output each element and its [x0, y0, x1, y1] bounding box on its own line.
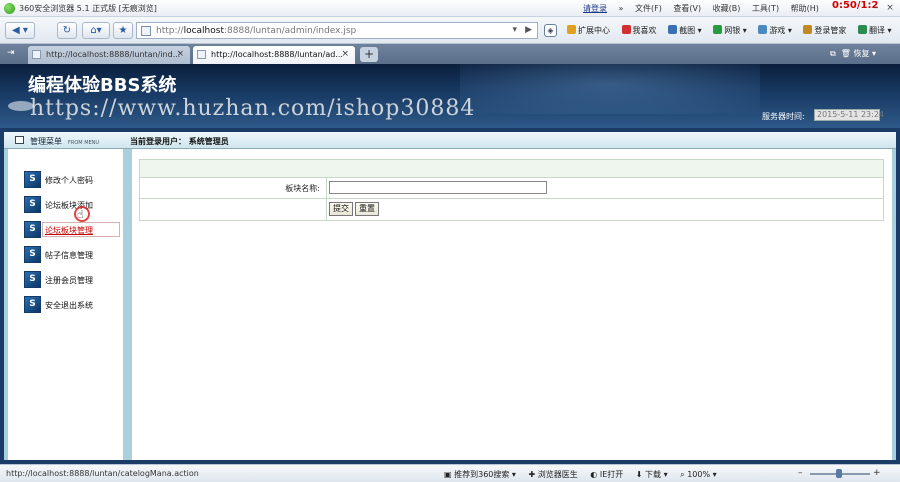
address-dropdown-icon[interactable]: ▾	[512, 25, 517, 35]
tab-index[interactable]: http://localhost:8888/luntan/ind... ×	[28, 46, 190, 64]
refresh-icon[interactable]: ↻	[57, 22, 77, 39]
mouse-cursor-icon: ☝	[74, 206, 90, 224]
board-name-label: 板块名称:	[285, 184, 320, 193]
sidebar-panel: S 修改个人密码 S 论坛板块添加 S 论坛板块管理 S 帖子信息管理 S 注册…	[8, 149, 123, 460]
menu-favorites[interactable]: 收藏(B)	[713, 4, 741, 13]
tab-bar: ⇥ http://localhost:8888/luntan/ind... × …	[0, 44, 900, 64]
form-row-name: 板块名称:	[140, 178, 883, 199]
minimize-icon[interactable]: –	[870, 3, 882, 14]
zoom-slider-handle[interactable]	[836, 469, 842, 478]
admin-main: 当前登录用户： 系统管理员 板块名称: 提交 重置	[128, 132, 896, 460]
browser-menu: 请登录 » 文件(F) 查看(V) 收藏(B) 工具(T) 帮助(H)	[583, 3, 828, 14]
tab-favicon-icon	[32, 50, 41, 59]
status-download[interactable]: ⬇ 下载 ▾	[636, 470, 668, 479]
menu-file[interactable]: 文件(F)	[635, 4, 662, 13]
status-ie-open[interactable]: ◐ IE打开	[590, 470, 623, 479]
board-name-input[interactable]	[329, 181, 547, 194]
sidebar-toggle-icon[interactable]: ⇥	[7, 48, 18, 59]
sidebar-subtitle: FROM MENU	[68, 140, 100, 146]
server-time-value: 2015-5-11 23:24	[814, 109, 884, 121]
admin-menu-icon: S	[24, 171, 41, 188]
zoom-in-icon[interactable]: +	[873, 468, 881, 478]
window-title: 360安全浏览器 5.1 正式版 [无痕浏览]	[19, 4, 157, 13]
sidebar-item-logout[interactable]: S 安全退出系统	[24, 296, 116, 314]
menu-tools[interactable]: 工具(T)	[752, 4, 779, 13]
main-header: 当前登录用户： 系统管理员	[128, 132, 896, 149]
status-recommend[interactable]: ▣ 推荐到360搜索 ▾	[444, 470, 516, 479]
sidebar-item-label: 论坛板块管理	[45, 226, 93, 235]
tab-close-icon[interactable]: ×	[176, 46, 184, 63]
security-shield-icon[interactable]: ◈	[544, 24, 557, 37]
admin-frames: 管理菜单 FROM MENU S 修改个人密码 S 论坛板块添加 S 论坛板块管理…	[0, 128, 900, 464]
browser-toolbar: 扩展中心 我喜欢 截图 ▾ 网银 ▾ 游戏 ▾ 登录管家 翻译 ▾	[567, 25, 900, 36]
tab-close-icon[interactable]: ×	[341, 46, 349, 63]
submit-button[interactable]: 提交	[329, 202, 353, 216]
sidebar-item-manage-board[interactable]: S 论坛板块管理	[24, 221, 120, 239]
toolbar-screenshot[interactable]: 截图 ▾	[668, 25, 702, 35]
toolbar-extensions[interactable]: 扩展中心	[567, 25, 610, 35]
new-tab-button[interactable]: +	[360, 47, 378, 62]
toolbar-translate[interactable]: 翻译 ▾	[857, 25, 892, 35]
sidebar-header: 管理菜单 FROM MENU	[4, 132, 128, 149]
status-zoom[interactable]: ⌕ 100% ▾	[680, 470, 716, 479]
sidebar-item-add-board[interactable]: S 论坛板块添加	[24, 196, 116, 214]
sidebar-item-change-password[interactable]: S 修改个人密码	[24, 171, 116, 189]
zoom-out-icon[interactable]: –	[798, 468, 803, 478]
page-favicon-icon	[141, 26, 151, 36]
tab-admin[interactable]: http://localhost:8888/luntan/ad... ×	[193, 46, 355, 64]
status-items: ▣ 推荐到360搜索 ▾ ✚ 浏览器医生 ◐ IE打开 ⬇ 下载 ▾ ⌕ 100…	[444, 469, 727, 480]
back-icon[interactable]: ◀ ▾	[5, 22, 35, 39]
tab-label: http://localhost:8888/luntan/ind...	[46, 50, 181, 59]
server-time-label: 服务器时间:	[762, 112, 805, 121]
menu-login[interactable]: 请登录	[583, 4, 607, 13]
board-form: 板块名称: 提交 重置	[139, 159, 884, 221]
sidebar-item-label: 安全退出系统	[45, 301, 93, 310]
admin-menu-icon: S	[24, 196, 41, 213]
toolbar-ebank[interactable]: 网银 ▾	[713, 25, 747, 35]
reset-button[interactable]: 重置	[355, 202, 379, 216]
address-bar[interactable]: http://localhost:8888/luntan/admin/index…	[136, 22, 538, 39]
watermark-text: https://www.huzhan.com/ishop30884	[30, 96, 476, 121]
close-icon[interactable]: ×	[884, 3, 896, 14]
browser-title-bar: 360安全浏览器 5.1 正式版 [无痕浏览] 请登录 » 文件(F) 查看(V…	[0, 0, 900, 17]
tab-label: http://localhost:8888/luntan/ad...	[211, 50, 343, 59]
site-title: 编程体验BBS系统	[28, 75, 177, 96]
site-banner: 编程体验BBS系统 https://www.huzhan.com/ishop30…	[0, 64, 900, 128]
status-doctor[interactable]: ✚ 浏览器医生	[529, 470, 578, 479]
sidebar-item-manage-posts[interactable]: S 帖子信息管理	[24, 246, 116, 264]
admin-menu-icon: S	[24, 271, 41, 288]
go-icon[interactable]: ▶	[525, 25, 532, 35]
admin-menu-icon: S	[24, 296, 41, 313]
status-bar: http://localhost:8888/luntan/catelogMana…	[0, 464, 900, 482]
tabbar-right[interactable]: ⧉ 🗑 恢复 ▾	[830, 48, 876, 59]
sidebar-item-manage-members[interactable]: S 注册会员管理	[24, 271, 116, 289]
admin-sidebar: 管理菜单 FROM MENU S 修改个人密码 S 论坛板块添加 S 论坛板块管理…	[4, 132, 128, 460]
status-url: http://localhost:8888/luntan/catelogMana…	[6, 469, 199, 478]
main-panel: 板块名称: 提交 重置	[132, 149, 892, 460]
browser-logo-icon	[4, 3, 15, 14]
current-user: 当前登录用户： 系统管理员	[130, 137, 229, 146]
form-row-buttons: 提交 重置	[140, 199, 883, 220]
sidebar-item-label: 帖子信息管理	[45, 251, 93, 260]
toolbar-games[interactable]: 游戏 ▾	[758, 25, 792, 35]
menu-more[interactable]: »	[619, 4, 624, 13]
tab-favicon-icon	[197, 50, 206, 59]
admin-menu-icon: S	[24, 246, 41, 263]
sidebar-item-label: 注册会员管理	[45, 276, 93, 285]
menu-view[interactable]: 查看(V)	[673, 4, 701, 13]
form-header-row	[140, 160, 883, 178]
toolbar-like[interactable]: 我喜欢	[621, 25, 657, 35]
browser-nav-bar: ◀ ▾ ↻ ⌂▾ ★ http://localhost:8888/luntan/…	[0, 17, 900, 44]
address-url[interactable]: http://localhost:8888/luntan/admin/index…	[156, 26, 356, 36]
admin-menu-icon: S	[24, 221, 41, 238]
favorite-star-icon[interactable]: ★	[113, 22, 133, 39]
sidebar-title: 管理菜单	[30, 137, 62, 146]
home-icon[interactable]: ⌂▾	[82, 22, 110, 39]
sidebar-item-label: 修改个人密码	[45, 176, 93, 185]
toolbar-login-manager[interactable]: 登录管家	[803, 25, 846, 35]
menu-help[interactable]: 帮助(H)	[791, 4, 819, 13]
menu-window-icon	[15, 136, 24, 144]
